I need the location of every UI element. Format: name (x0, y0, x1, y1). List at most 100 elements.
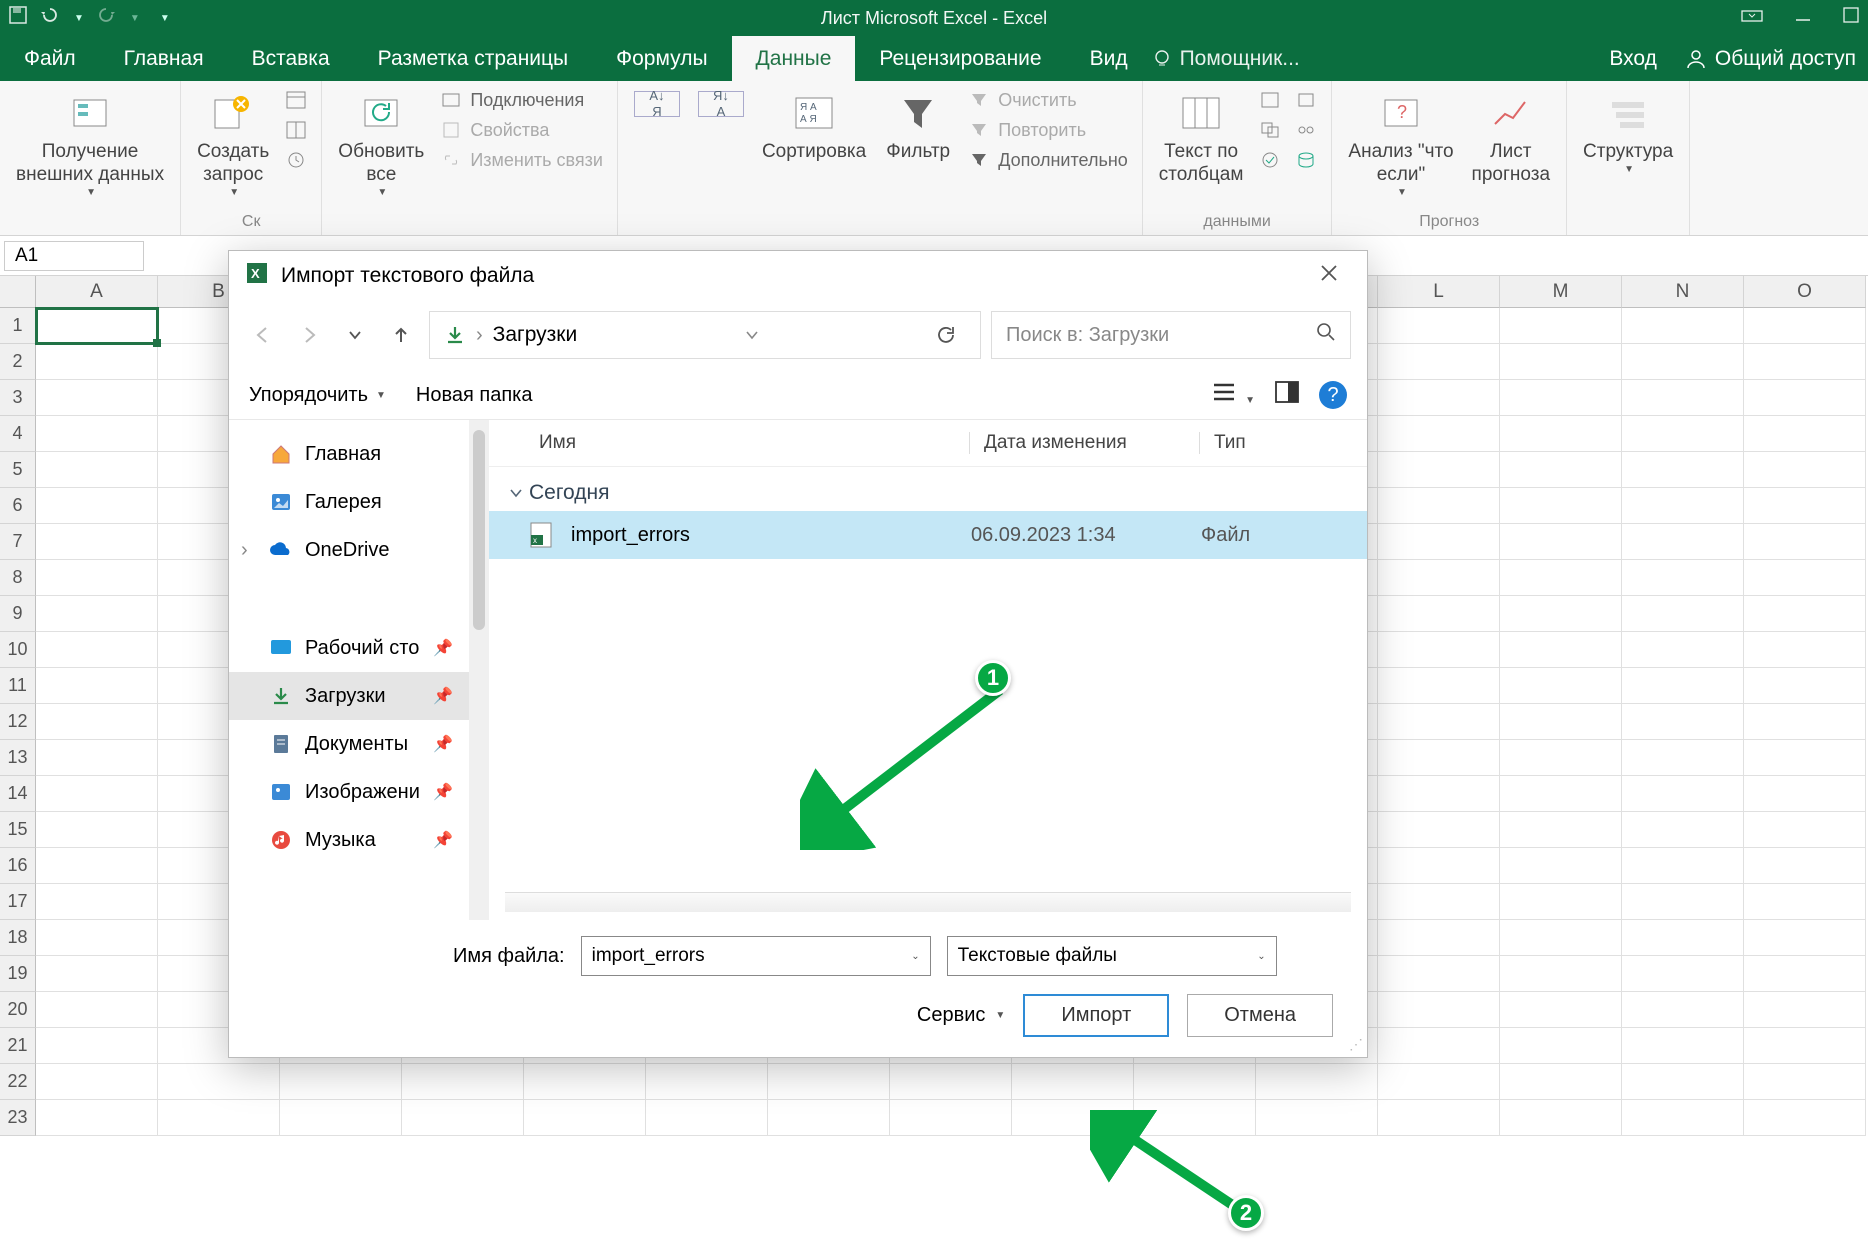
cell-L2[interactable] (1378, 344, 1500, 380)
cell-O13[interactable] (1744, 740, 1866, 776)
cell-M11[interactable] (1500, 668, 1622, 704)
data-model-button[interactable] (1291, 147, 1321, 173)
cell-M1[interactable] (1500, 308, 1622, 344)
sign-in-button[interactable]: Вход (1593, 36, 1673, 81)
cell-M12[interactable] (1500, 704, 1622, 740)
cell-A17[interactable] (36, 884, 158, 920)
cell-A9[interactable] (36, 596, 158, 632)
cell-M21[interactable] (1500, 1028, 1622, 1064)
file-group-today[interactable]: Сегодня (489, 467, 1367, 511)
col-header-N[interactable]: N (1622, 276, 1744, 308)
dialog-search-input[interactable]: Поиск в: Загрузки (991, 311, 1351, 359)
cell-L13[interactable] (1378, 740, 1500, 776)
maximize-icon[interactable] (1842, 6, 1860, 30)
col-type[interactable]: Тип (1199, 432, 1246, 454)
row-header-13[interactable]: 13 (0, 740, 36, 776)
chevron-down-icon[interactable]: ⌄ (1257, 951, 1265, 962)
chevron-down-icon[interactable]: ⌄ (911, 951, 919, 962)
file-row-import-errors[interactable]: x import_errors 06.09.2023 1:34 Файл (489, 511, 1367, 559)
cell-N9[interactable] (1622, 596, 1744, 632)
cell-D23[interactable] (402, 1100, 524, 1136)
cell-C22[interactable] (280, 1064, 402, 1100)
row-header-22[interactable]: 22 (0, 1064, 36, 1100)
tab-home[interactable]: Главная (100, 36, 228, 81)
tab-review[interactable]: Рецензирование (855, 36, 1065, 81)
cell-M2[interactable] (1500, 344, 1622, 380)
cell-O7[interactable] (1744, 524, 1866, 560)
cell-M15[interactable] (1500, 812, 1622, 848)
cell-M17[interactable] (1500, 884, 1622, 920)
sidebar-documents[interactable]: Документы📌 (229, 720, 469, 768)
cell-L5[interactable] (1378, 452, 1500, 488)
name-box[interactable]: A1 (4, 241, 144, 271)
sidebar-downloads[interactable]: Загрузки📌 (229, 672, 469, 720)
row-header-23[interactable]: 23 (0, 1100, 36, 1136)
cell-A8[interactable] (36, 560, 158, 596)
cell-D22[interactable] (402, 1064, 524, 1100)
cell-N8[interactable] (1622, 560, 1744, 596)
row-header-8[interactable]: 8 (0, 560, 36, 596)
consolidate-button[interactable] (1291, 87, 1321, 113)
cell-M20[interactable] (1500, 992, 1622, 1028)
tab-view[interactable]: Вид (1066, 36, 1152, 81)
sort-az-button[interactable]: А↓Я (628, 87, 686, 125)
cell-A3[interactable] (36, 380, 158, 416)
cell-N13[interactable] (1622, 740, 1744, 776)
cell-N22[interactable] (1622, 1064, 1744, 1100)
cancel-button[interactable]: Отмена (1187, 994, 1333, 1037)
cell-O8[interactable] (1744, 560, 1866, 596)
cell-E23[interactable] (524, 1100, 646, 1136)
cell-M19[interactable] (1500, 956, 1622, 992)
cell-L4[interactable] (1378, 416, 1500, 452)
validation-button[interactable] (1255, 147, 1285, 173)
cell-M9[interactable] (1500, 596, 1622, 632)
tab-formulas[interactable]: Формулы (592, 36, 731, 81)
cell-L9[interactable] (1378, 596, 1500, 632)
recent-sources-button[interactable] (281, 147, 311, 173)
dialog-close-button[interactable] (1307, 255, 1351, 297)
row-header-17[interactable]: 17 (0, 884, 36, 920)
cell-N6[interactable] (1622, 488, 1744, 524)
row-header-9[interactable]: 9 (0, 596, 36, 632)
cell-O23[interactable] (1744, 1100, 1866, 1136)
sort-za-button[interactable]: Я↓А (692, 87, 750, 125)
cell-O2[interactable] (1744, 344, 1866, 380)
cell-I22[interactable] (1012, 1064, 1134, 1100)
forecast-sheet-button[interactable]: Лист прогноза (1466, 87, 1556, 191)
cell-M23[interactable] (1500, 1100, 1622, 1136)
cell-C23[interactable] (280, 1100, 402, 1136)
cell-N4[interactable] (1622, 416, 1744, 452)
cell-N18[interactable] (1622, 920, 1744, 956)
get-external-data-button[interactable]: Получение внешних данных▼ (10, 87, 170, 203)
cell-H22[interactable] (890, 1064, 1012, 1100)
undo-dropdown-icon[interactable]: ▼ (74, 13, 84, 24)
row-header-4[interactable]: 4 (0, 416, 36, 452)
row-header-6[interactable]: 6 (0, 488, 36, 524)
cell-O12[interactable] (1744, 704, 1866, 740)
row-header-19[interactable]: 19 (0, 956, 36, 992)
chevron-down-icon[interactable] (744, 327, 760, 343)
cell-F23[interactable] (646, 1100, 768, 1136)
cell-N15[interactable] (1622, 812, 1744, 848)
cell-O14[interactable] (1744, 776, 1866, 812)
row-header-7[interactable]: 7 (0, 524, 36, 560)
qat-customize-icon[interactable]: ▼ (160, 13, 170, 24)
nav-up-button[interactable] (383, 317, 419, 353)
filter-button[interactable]: Фильтр (878, 87, 958, 168)
row-header-3[interactable]: 3 (0, 380, 36, 416)
ribbon-options-icon[interactable] (1740, 7, 1764, 30)
cell-M6[interactable] (1500, 488, 1622, 524)
flash-fill-button[interactable] (1255, 87, 1285, 113)
cell-O16[interactable] (1744, 848, 1866, 884)
cell-O3[interactable] (1744, 380, 1866, 416)
refresh-all-button[interactable]: Обновить все▼ (332, 87, 430, 203)
tab-file[interactable]: Файл (0, 36, 100, 81)
cell-L20[interactable] (1378, 992, 1500, 1028)
col-header-L[interactable]: L (1378, 276, 1500, 308)
cell-N10[interactable] (1622, 632, 1744, 668)
col-header-O[interactable]: O (1744, 276, 1866, 308)
cell-A11[interactable] (36, 668, 158, 704)
cell-N14[interactable] (1622, 776, 1744, 812)
tab-insert[interactable]: Вставка (228, 36, 354, 81)
row-header-10[interactable]: 10 (0, 632, 36, 668)
